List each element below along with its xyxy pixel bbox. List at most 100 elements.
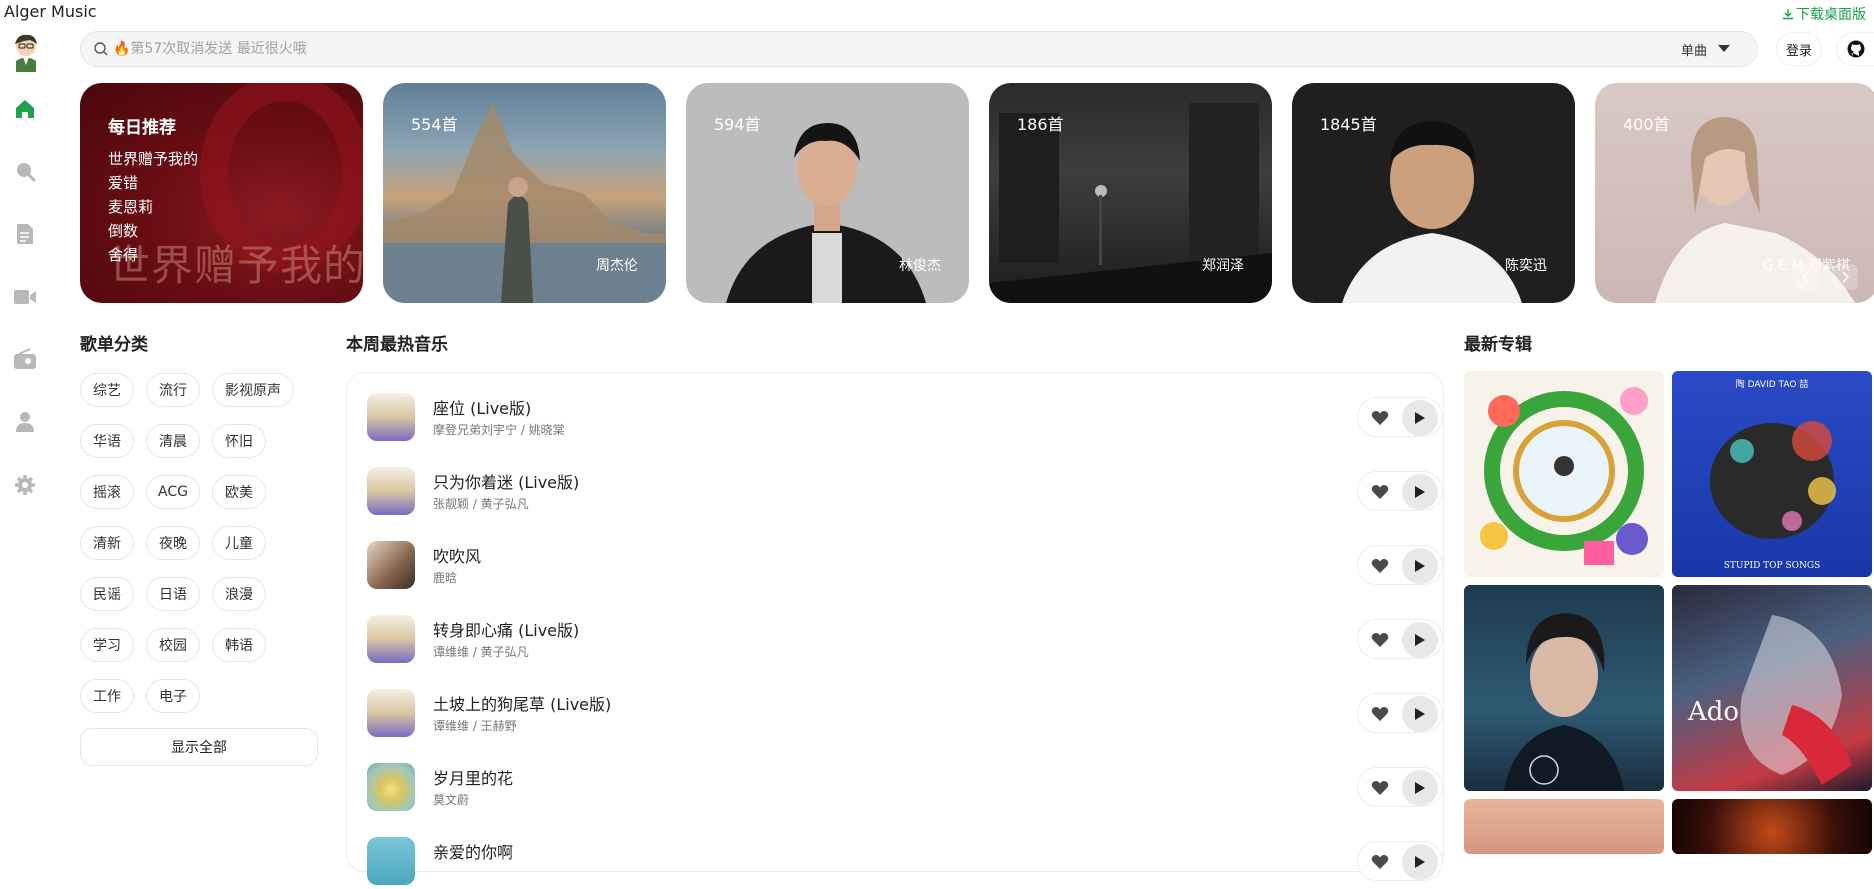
play-button[interactable] bbox=[1402, 696, 1438, 732]
category-tag[interactable]: 怀旧 bbox=[212, 424, 266, 458]
github-icon bbox=[1847, 40, 1864, 58]
like-button[interactable] bbox=[1366, 700, 1394, 728]
user-icon[interactable] bbox=[12, 409, 38, 435]
category-tag[interactable]: 浪漫 bbox=[212, 577, 266, 611]
category-tag[interactable]: 清新 bbox=[80, 526, 134, 560]
song-row[interactable]: 亲爱的你啊 bbox=[367, 833, 1443, 889]
github-button[interactable] bbox=[1836, 32, 1874, 66]
gear-icon[interactable] bbox=[12, 472, 38, 498]
category-tag[interactable]: 清晨 bbox=[146, 424, 200, 458]
daily-song: 舍得 bbox=[108, 246, 139, 264]
album-card[interactable]: 陶 DAVID TAO 喆 STUPID TOP SONGS bbox=[1672, 371, 1872, 577]
song-name: 吹吹风 bbox=[433, 547, 482, 566]
heart-icon bbox=[1371, 633, 1389, 647]
category-tag[interactable]: 流行 bbox=[146, 373, 200, 407]
radio-icon[interactable] bbox=[12, 346, 38, 372]
heart-icon bbox=[1371, 485, 1389, 499]
login-button[interactable]: 登录 bbox=[1776, 32, 1822, 66]
play-icon bbox=[1415, 412, 1425, 424]
like-button[interactable] bbox=[1366, 774, 1394, 802]
categories-title: 歌单分类 bbox=[80, 335, 148, 355]
category-tag[interactable]: 民谣 bbox=[80, 577, 134, 611]
category-tag[interactable]: 欧美 bbox=[212, 475, 266, 509]
category-tag[interactable]: 日语 bbox=[146, 577, 200, 611]
search-type-select[interactable]: 单曲 bbox=[1681, 40, 1731, 59]
artist-name: 陈奕迅 bbox=[1505, 258, 1547, 274]
album-card[interactable] bbox=[1464, 371, 1664, 577]
album-cover-text: STUPID TOP SONGS bbox=[1723, 561, 1821, 571]
hot-song-list: 座位 (Live版) 摩登兄弟刘宇宁 / 姚晓棠 只为你着迷 (Live版) 张… bbox=[346, 372, 1444, 885]
like-button[interactable] bbox=[1366, 478, 1394, 506]
song-artist: 谭维维 / 黄子弘凡 bbox=[433, 645, 529, 659]
play-button[interactable] bbox=[1402, 622, 1438, 658]
song-cover bbox=[367, 837, 415, 885]
song-row[interactable]: 岁月里的花 莫文蔚 bbox=[367, 759, 1443, 815]
download-desktop-link[interactable]: 下载桌面版 bbox=[1782, 4, 1866, 24]
category-tag[interactable]: 韩语 bbox=[212, 628, 266, 662]
song-cover bbox=[367, 615, 415, 663]
song-row[interactable]: 只为你着迷 (Live版) 张靓颖 / 黄子弘凡 bbox=[367, 463, 1443, 519]
category-tag[interactable]: 工作 bbox=[80, 679, 134, 713]
like-button[interactable] bbox=[1366, 404, 1394, 432]
play-button[interactable] bbox=[1402, 548, 1438, 584]
daily-song: 倒数 bbox=[108, 222, 139, 240]
heart-icon bbox=[1371, 781, 1389, 795]
like-button[interactable] bbox=[1366, 848, 1394, 876]
carousel-prev-button[interactable] bbox=[1793, 264, 1819, 290]
download-icon bbox=[1783, 9, 1793, 20]
song-artist: 莫文蔚 bbox=[433, 793, 470, 807]
category-tag[interactable]: 校园 bbox=[146, 628, 200, 662]
video-icon[interactable] bbox=[12, 284, 38, 310]
avatar[interactable] bbox=[10, 32, 42, 72]
play-button[interactable] bbox=[1402, 474, 1438, 510]
album-top-text: 陶 DAVID TAO 喆 bbox=[1735, 380, 1809, 390]
artist-card[interactable]: 1845首 陈奕迅 bbox=[1292, 83, 1575, 303]
artist-card[interactable]: 186首 郑润泽 bbox=[989, 83, 1272, 303]
category-tag[interactable]: ACG bbox=[146, 475, 200, 509]
like-button[interactable] bbox=[1366, 626, 1394, 654]
search-bar[interactable]: 单曲 bbox=[80, 31, 1758, 67]
song-actions bbox=[1357, 619, 1443, 659]
song-name: 座位 (Live版) bbox=[433, 399, 532, 418]
play-button[interactable] bbox=[1402, 844, 1438, 880]
song-cover bbox=[367, 689, 415, 737]
song-row[interactable]: 转身即心痛 (Live版) 谭维维 / 黄子弘凡 bbox=[367, 611, 1443, 667]
album-card[interactable]: Ado bbox=[1672, 585, 1872, 791]
category-tag[interactable]: 影视原声 bbox=[212, 373, 294, 407]
category-tag[interactable]: 儿童 bbox=[212, 526, 266, 560]
artist-card[interactable]: 554首 周杰伦 bbox=[383, 83, 666, 303]
heart-icon bbox=[1371, 707, 1389, 721]
category-tag[interactable]: 学习 bbox=[80, 628, 134, 662]
song-row[interactable]: 座位 (Live版) 摩登兄弟刘宇宁 / 姚晓棠 bbox=[367, 389, 1443, 445]
album-card[interactable] bbox=[1464, 585, 1664, 791]
artist-card[interactable]: 594首 林俊杰 bbox=[686, 83, 969, 303]
category-tag[interactable]: 华语 bbox=[80, 424, 134, 458]
search-icon[interactable] bbox=[12, 158, 38, 184]
song-actions bbox=[1357, 545, 1443, 585]
play-button[interactable] bbox=[1402, 400, 1438, 436]
search-icon bbox=[94, 42, 108, 56]
daily-song-list: 世界赠予我的 爱错 麦恩莉 倒数 舍得 bbox=[108, 147, 198, 267]
show-all-button[interactable]: 显示全部 bbox=[80, 728, 318, 766]
like-button[interactable] bbox=[1366, 552, 1394, 580]
category-tag[interactable]: 摇滚 bbox=[80, 475, 134, 509]
carousel-next-button[interactable] bbox=[1832, 264, 1858, 290]
song-row[interactable]: 土坡上的狗尾草 (Live版) 谭维维 / 王赫野 bbox=[367, 685, 1443, 741]
play-icon bbox=[1415, 560, 1425, 572]
document-icon[interactable] bbox=[12, 221, 38, 247]
category-tag[interactable]: 电子 bbox=[146, 679, 200, 713]
daily-title: 每日推荐 bbox=[108, 118, 176, 138]
heart-icon bbox=[1371, 855, 1389, 869]
play-icon bbox=[1415, 708, 1425, 720]
home-icon[interactable] bbox=[12, 96, 38, 122]
play-button[interactable] bbox=[1402, 770, 1438, 806]
album-card[interactable] bbox=[1464, 799, 1664, 854]
search-input[interactable] bbox=[113, 41, 1681, 57]
album-card[interactable] bbox=[1672, 799, 1872, 854]
song-artist: 鹿晗 bbox=[433, 571, 458, 585]
category-tag[interactable]: 夜晚 bbox=[146, 526, 200, 560]
song-count: 594首 bbox=[714, 115, 761, 134]
daily-recommend-card[interactable]: 世界赠予我的 每日推荐 世界赠予我的 爱错 麦恩莉 倒数 舍得 bbox=[80, 83, 363, 303]
category-tag[interactable]: 综艺 bbox=[80, 373, 134, 407]
song-row[interactable]: 吹吹风 鹿晗 bbox=[367, 537, 1443, 593]
